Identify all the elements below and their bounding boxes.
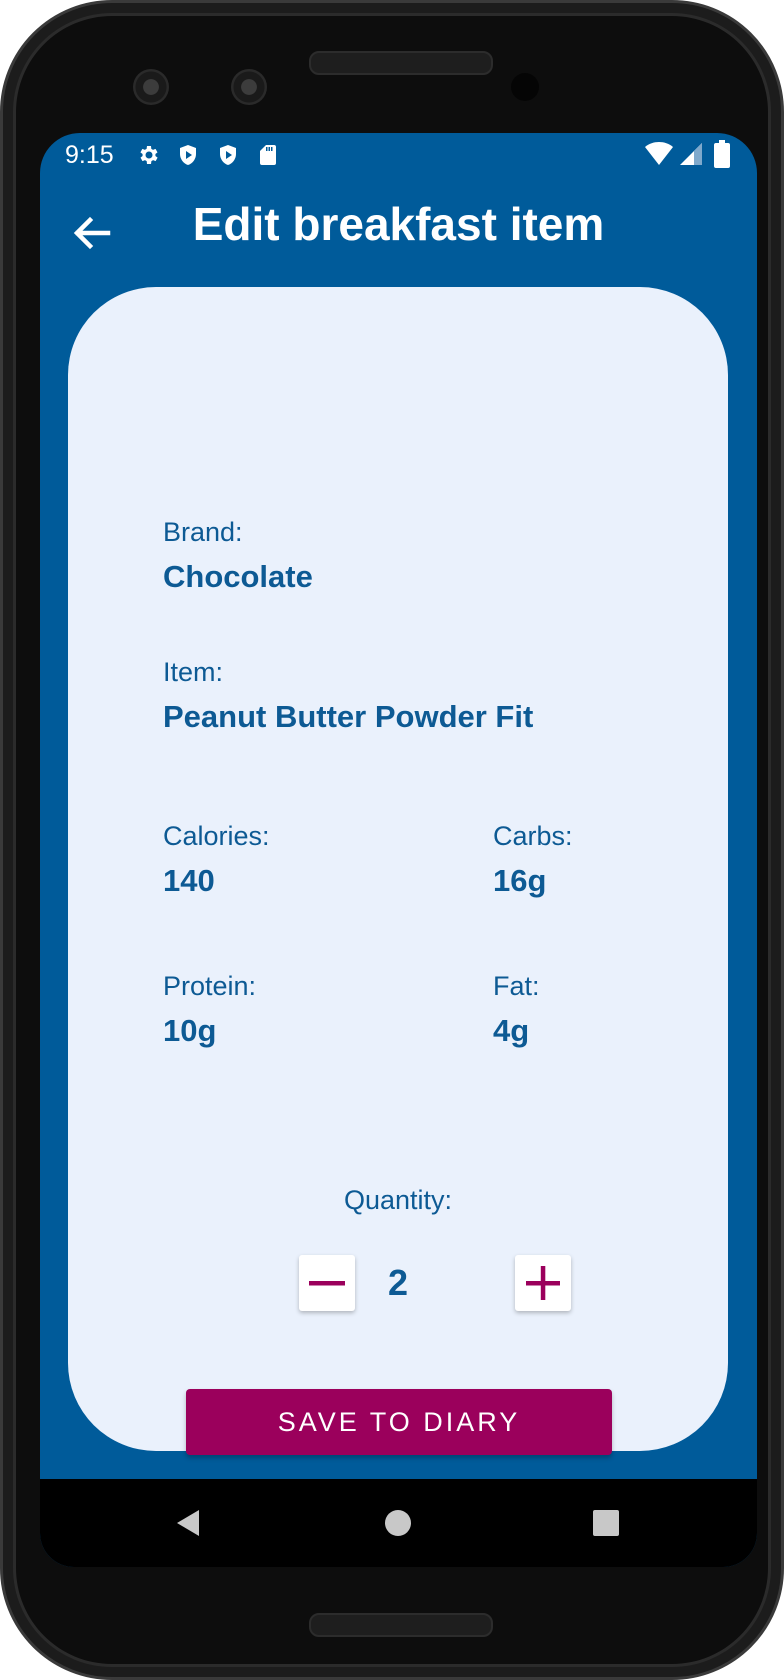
item-details-card: Brand: Chocolate Item: Peanut Butter Pow… [68,287,728,1455]
nav-back-button[interactable] [163,1497,215,1549]
brand-value: Chocolate [163,559,313,594]
item-value: Peanut Butter Powder Fit [163,699,534,734]
system-nav-bar [40,1479,757,1567]
sd-card-icon [260,145,276,165]
shield-play-icon [180,145,196,165]
plus-icon [526,1266,560,1300]
front-camera [133,69,169,105]
item-label: Item: [163,657,224,687]
shield-play-icon [220,145,236,165]
screen: 9:15 Edit breakfast item Brand: Chocolat… [40,133,757,1567]
fat-label: Fat: [493,971,540,1001]
nav-recents-button[interactable] [580,1497,632,1549]
front-camera-secondary [231,69,267,105]
nav-back-triangle-icon [177,1510,199,1536]
quantity-label: Quantity: [343,1185,453,1215]
carbs-value: 16g [493,863,547,898]
minus-icon [309,1281,345,1286]
calories-label: Calories: [163,821,270,851]
brand-label: Brand: [163,517,243,547]
calories-value: 140 [163,863,215,898]
protein-value: 10g [163,1013,217,1048]
earpiece-speaker [309,51,493,75]
decrement-button[interactable] [299,1255,355,1311]
page-title: Edit breakfast item [192,198,605,250]
phone-frame: 9:15 Edit breakfast item Brand: Chocolat… [0,0,784,1680]
carbs-label: Carbs: [493,821,573,851]
quantity-value: 2 [387,1262,409,1303]
bottom-speaker [309,1613,493,1637]
nav-home-circle-icon [385,1510,411,1536]
status-time: 9:15 [65,141,114,169]
increment-button[interactable] [515,1255,571,1311]
proximity-sensor [511,73,539,101]
nav-home-button[interactable] [372,1497,424,1549]
wifi-icon [645,142,673,165]
protein-label: Protein: [163,971,257,1001]
nav-recents-square-icon [593,1510,619,1536]
fat-value: 4g [493,1013,530,1048]
save-to-diary-button[interactable]: SAVE TO DIARY [186,1389,612,1455]
battery-icon [714,140,730,168]
cell-signal-icon [680,143,702,165]
gear-icon [140,146,158,164]
status-bar: 9:15 [40,133,757,177]
